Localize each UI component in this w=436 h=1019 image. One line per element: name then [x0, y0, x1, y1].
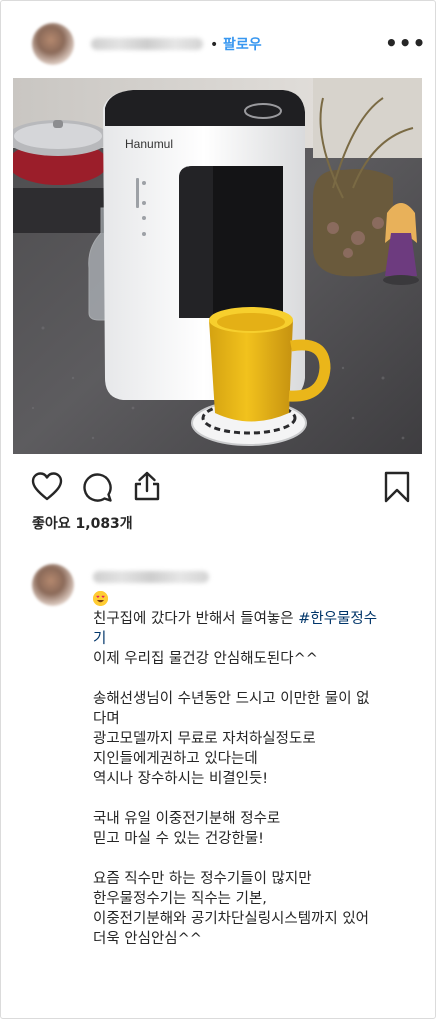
caption-line: 믿고 마실 수 있는 건강한물!: [93, 831, 264, 847]
caption-line: 이중전기분해와 공기차단실링시스템까지 있어: [93, 911, 370, 927]
likes-count[interactable]: 좋아요 1,083개: [32, 513, 133, 533]
caption-line: 송해선생님이 수년동안 드시고 이만한 물이 없: [93, 691, 370, 707]
post-caption: 친구집에 갔다가 반해서 들여놓은 #한우물정수 기 이제 우리집 물건강 안심…: [93, 609, 415, 949]
post-header: • 팔로우 •••: [1, 1, 435, 77]
caption-line: 이제 우리집 물건강 안심해도된다^^: [93, 651, 318, 667]
caption-line: 역시나 장수하시는 비결인듯!: [93, 771, 269, 787]
caption-line: 기: [93, 629, 415, 649]
caption-line: 광고모델까지 무료로 자처하실정도로: [93, 731, 316, 747]
commenter-username-blurred[interactable]: [93, 571, 209, 583]
caption-line: 한우물정수기는 직수는 기본,: [93, 891, 267, 907]
heart-eyes-emoji-icon: [93, 591, 108, 606]
post-photo[interactable]: Hanumul: [13, 78, 422, 454]
author-username-blurred[interactable]: [91, 38, 203, 50]
caption-line: 국내 유일 이중전기분해 정수로: [93, 811, 281, 827]
heart-icon[interactable]: [31, 471, 63, 503]
follow-button[interactable]: 팔로우: [223, 34, 262, 54]
hashtag-link-continued[interactable]: 기: [93, 631, 106, 647]
bookmark-icon[interactable]: [383, 471, 411, 503]
author-avatar[interactable]: [32, 23, 74, 65]
caption-line: 다며: [93, 711, 120, 727]
commenter-avatar[interactable]: [32, 564, 74, 606]
caption-line: 더욱 안심안심^^: [93, 931, 202, 947]
caption-line: 요즘 직수만 하는 정수기들이 많지만: [93, 871, 312, 887]
caption-line: 친구집에 갔다가 반해서 들여놓은 #한우물정수: [93, 611, 378, 627]
share-icon[interactable]: [131, 470, 163, 502]
header-separator: •: [210, 37, 219, 53]
photo-brand-text: Hanumul: [125, 137, 173, 151]
comment-icon[interactable]: [81, 471, 113, 503]
hashtag-link[interactable]: #한우물정수: [298, 611, 377, 627]
water-purifier-photo: Hanumul: [13, 78, 422, 454]
more-options-icon[interactable]: •••: [385, 31, 426, 55]
post-card: • 팔로우 ••• Hanumul 좋아요 1,083개 친구집에 갔다가 반해…: [0, 0, 436, 1019]
caption-line: 지인들에게권하고 있다는데: [93, 751, 258, 767]
